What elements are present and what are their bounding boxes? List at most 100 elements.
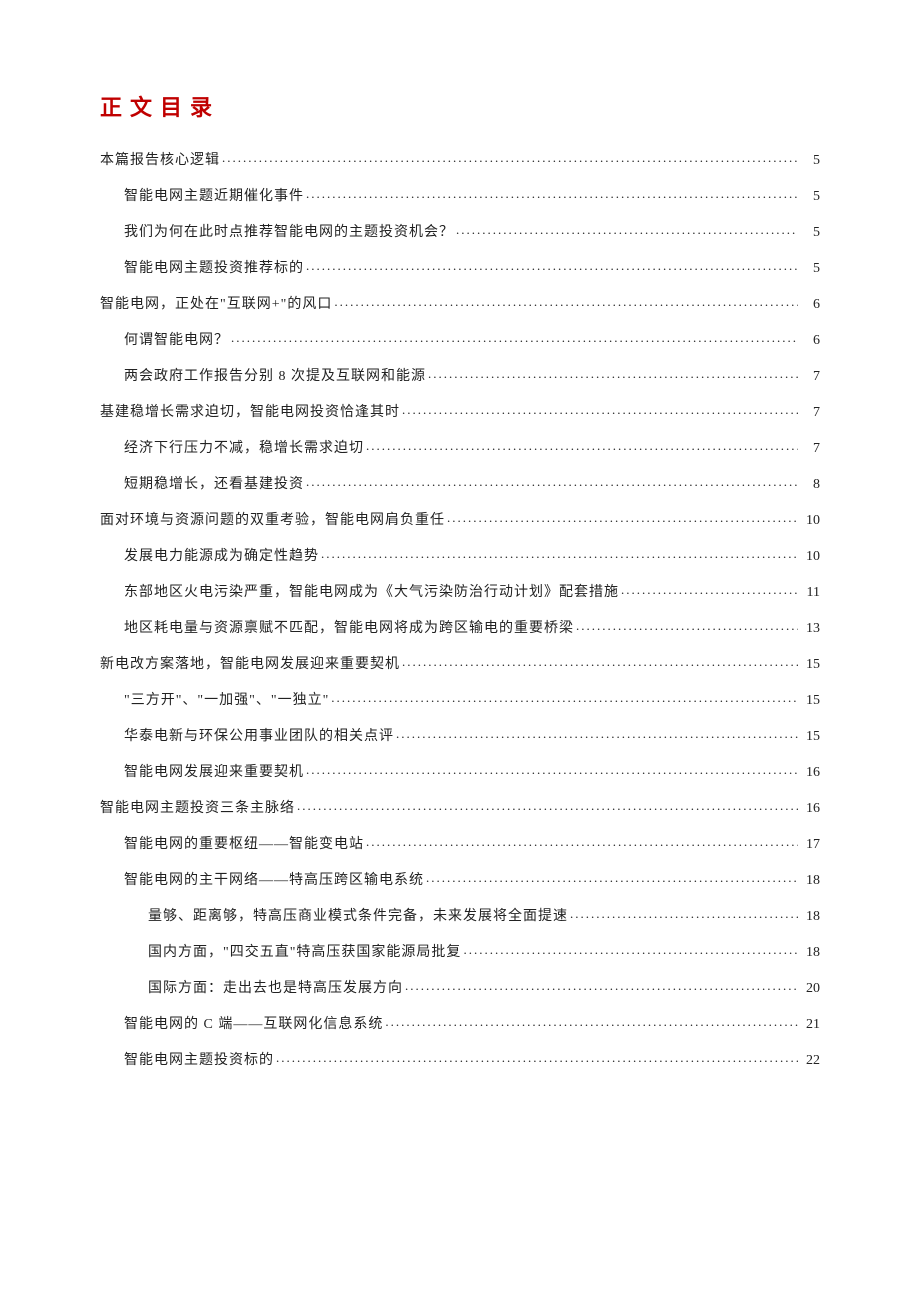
toc-entry-page: 18: [800, 874, 820, 888]
toc-entry[interactable]: 国际方面：走出去也是特高压发展方向 20: [100, 978, 820, 996]
toc-dots: [366, 438, 798, 452]
toc-dots: [276, 1050, 798, 1064]
toc-dots: [396, 726, 798, 740]
toc-entry[interactable]: "三方开"、"一加强"、"一独立" 15: [100, 690, 820, 708]
toc-entry-label: 华泰电新与环保公用事业团队的相关点评: [124, 730, 394, 744]
toc-entry-page: 21: [800, 1018, 820, 1032]
toc-dots: [366, 834, 798, 848]
toc-entry[interactable]: 智能电网的重要枢纽——智能变电站 17: [100, 834, 820, 852]
toc-entry[interactable]: 智能电网的 C 端——互联网化信息系统 21: [100, 1014, 820, 1032]
toc-title: 正文目录: [100, 90, 820, 122]
document-page: 正文目录 本篇报告核心逻辑5智能电网主题近期催化事件5我们为何在此时点推荐智能电…: [0, 0, 920, 1146]
toc-entry-label: 智能电网，正处在"互联网+"的风口: [100, 298, 332, 312]
toc-dots: [222, 150, 798, 164]
toc-entry-label: 地区耗电量与资源禀赋不匹配，智能电网将成为跨区输电的重要桥梁: [124, 622, 574, 636]
toc-entry-page: 7: [800, 406, 820, 420]
toc-dots: [576, 618, 798, 632]
toc-entry-label: 国际方面：走出去也是特高压发展方向: [148, 982, 403, 996]
toc-dots: [297, 798, 798, 812]
toc-entry-label: 国内方面，"四交五直"特高压获国家能源局批复: [148, 946, 461, 960]
toc-entry-page: 7: [800, 370, 820, 384]
toc-entry-page: 13: [800, 622, 820, 636]
toc-entry[interactable]: 智能电网主题投资推荐标的 5: [100, 258, 820, 276]
toc-entry-label: 智能电网的 C 端——互联网化信息系统: [124, 1018, 383, 1032]
toc-entry-label: 智能电网主题近期催化事件: [124, 190, 304, 204]
toc-entry-label: 发展电力能源成为确定性趋势: [124, 550, 319, 564]
toc-entry-page: 16: [800, 802, 820, 816]
toc-entry[interactable]: 地区耗电量与资源禀赋不匹配，智能电网将成为跨区输电的重要桥梁 13: [100, 618, 820, 636]
toc-entry[interactable]: 智能电网主题投资三条主脉络 16: [100, 798, 820, 816]
toc-dots: [331, 690, 798, 704]
toc-entry-page: 6: [800, 334, 820, 348]
toc-entry-page: 6: [800, 298, 820, 312]
toc-entry-label: 短期稳增长，还看基建投资: [124, 478, 304, 492]
toc-entry-label: 东部地区火电污染严重，智能电网成为《大气污染防治行动计划》配套措施: [124, 586, 619, 600]
toc-entry[interactable]: 智能电网主题投资标的 22: [100, 1050, 820, 1068]
toc-entry[interactable]: 我们为何在此时点推荐智能电网的主题投资机会？ 5: [100, 222, 820, 240]
toc-dots: [402, 654, 798, 668]
toc-entry-page: 15: [800, 730, 820, 744]
toc-entry-label: 本篇报告核心逻辑: [100, 154, 220, 168]
toc-dots: [570, 906, 798, 920]
toc-dots: [321, 546, 798, 560]
toc-entry-page: 10: [800, 550, 820, 564]
toc-dots: [447, 510, 798, 524]
toc-entry-label: 智能电网发展迎来重要契机: [124, 766, 304, 780]
toc-entry-label: 两会政府工作报告分别 8 次提及互联网和能源: [124, 370, 426, 384]
toc-dots: [456, 222, 798, 236]
toc-entry-label: 面对环境与资源问题的双重考验，智能电网肩负重任: [100, 514, 445, 528]
toc-entry[interactable]: 短期稳增长，还看基建投资 8: [100, 474, 820, 492]
toc-entry[interactable]: 智能电网主题近期催化事件 5: [100, 186, 820, 204]
toc-entry-label: 智能电网主题投资推荐标的: [124, 262, 304, 276]
toc-entry-label: "三方开"、"一加强"、"一独立": [124, 694, 329, 708]
toc-container: 本篇报告核心逻辑5智能电网主题近期催化事件5我们为何在此时点推荐智能电网的主题投…: [100, 150, 820, 1068]
toc-entry-page: 17: [800, 838, 820, 852]
toc-entry[interactable]: 何谓智能电网？ 6: [100, 330, 820, 348]
toc-entry[interactable]: 智能电网的主干网络——特高压跨区输电系统 18: [100, 870, 820, 888]
toc-dots: [385, 1014, 798, 1028]
toc-entry-page: 10: [800, 514, 820, 528]
toc-entry-label: 何谓智能电网？: [124, 334, 229, 348]
toc-entry[interactable]: 东部地区火电污染严重，智能电网成为《大气污染防治行动计划》配套措施 11: [100, 582, 820, 600]
toc-entry-page: 22: [800, 1054, 820, 1068]
toc-entry[interactable]: 本篇报告核心逻辑5: [100, 150, 820, 168]
toc-entry-page: 5: [800, 262, 820, 276]
toc-entry-label: 量够、距离够，特高压商业模式条件完备，未来发展将全面提速: [148, 910, 568, 924]
toc-entry[interactable]: 新电改方案落地，智能电网发展迎来重要契机 15: [100, 654, 820, 672]
toc-entry-page: 5: [800, 190, 820, 204]
toc-entry[interactable]: 量够、距离够，特高压商业模式条件完备，未来发展将全面提速 18: [100, 906, 820, 924]
toc-entry-page: 8: [800, 478, 820, 492]
toc-entry-page: 5: [800, 226, 820, 240]
toc-dots: [306, 186, 798, 200]
toc-dots: [306, 474, 798, 488]
toc-entry[interactable]: 基建稳增长需求迫切，智能电网投资恰逢其时 7: [100, 402, 820, 420]
toc-entry-page: 18: [800, 910, 820, 924]
toc-entry-label: 智能电网主题投资三条主脉络: [100, 802, 295, 816]
toc-entry-page: 18: [800, 946, 820, 960]
toc-dots: [231, 330, 798, 344]
toc-entry-page: 16: [800, 766, 820, 780]
toc-entry[interactable]: 国内方面，"四交五直"特高压获国家能源局批复 18: [100, 942, 820, 960]
toc-entry[interactable]: 华泰电新与环保公用事业团队的相关点评 15: [100, 726, 820, 744]
toc-entry[interactable]: 智能电网发展迎来重要契机 16: [100, 762, 820, 780]
toc-dots: [334, 294, 798, 308]
toc-entry-label: 基建稳增长需求迫切，智能电网投资恰逢其时: [100, 406, 400, 420]
toc-entry[interactable]: 经济下行压力不减，稳增长需求迫切7: [100, 438, 820, 456]
toc-entry-label: 经济下行压力不减，稳增长需求迫切: [124, 442, 364, 456]
toc-dots: [402, 402, 798, 416]
toc-entry[interactable]: 面对环境与资源问题的双重考验，智能电网肩负重任 10: [100, 510, 820, 528]
toc-entry-page: 15: [800, 694, 820, 708]
toc-entry[interactable]: 发展电力能源成为确定性趋势 10: [100, 546, 820, 564]
toc-entry-page: 11: [800, 586, 820, 600]
toc-entry-page: 20: [800, 982, 820, 996]
toc-entry-page: 15: [800, 658, 820, 672]
toc-entry-label: 新电改方案落地，智能电网发展迎来重要契机: [100, 658, 400, 672]
toc-dots: [306, 762, 798, 776]
toc-entry-label: 智能电网的主干网络——特高压跨区输电系统: [124, 874, 424, 888]
toc-entry[interactable]: 两会政府工作报告分别 8 次提及互联网和能源 7: [100, 366, 820, 384]
toc-dots: [426, 870, 798, 884]
toc-entry-label: 智能电网主题投资标的: [124, 1054, 274, 1068]
toc-entry-label: 我们为何在此时点推荐智能电网的主题投资机会？: [124, 226, 454, 240]
toc-entry-label: 智能电网的重要枢纽——智能变电站: [124, 838, 364, 852]
toc-entry[interactable]: 智能电网，正处在"互联网+"的风口 6: [100, 294, 820, 312]
